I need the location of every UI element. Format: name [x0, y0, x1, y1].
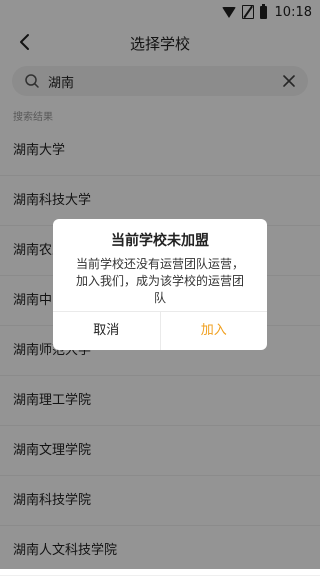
not-joined-dialog: 当前学校未加盟 当前学校还没有运营团队运营，加入我们，成为该学校的运营团队 取消… — [53, 219, 267, 350]
dialog-footer: 取消 加入 — [53, 311, 267, 350]
cancel-button[interactable]: 取消 — [53, 312, 161, 350]
join-button[interactable]: 加入 — [161, 312, 268, 350]
dialog-title: 当前学校未加盟 — [111, 233, 209, 249]
dialog-message: 当前学校还没有运营团队运营，加入我们，成为该学校的运营团队 — [75, 257, 244, 305]
